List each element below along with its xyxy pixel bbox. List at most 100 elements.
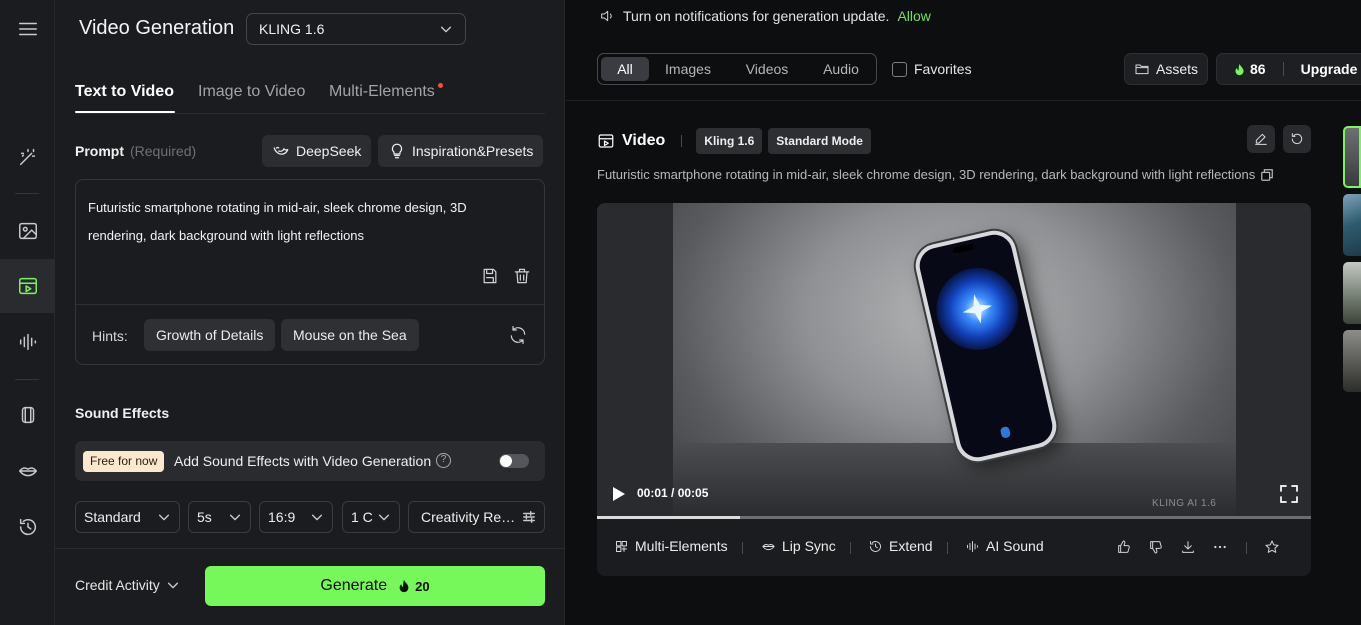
thumbs-down-icon[interactable] [1148, 539, 1164, 555]
lip-sync-button[interactable]: Lip Sync [761, 538, 836, 554]
sliders-icon [522, 510, 536, 524]
filter-videos[interactable]: Videos [734, 57, 800, 81]
history-icon[interactable] [0, 500, 55, 554]
history-thumbnail[interactable] [1343, 330, 1361, 392]
star-outline-icon[interactable] [1264, 539, 1280, 555]
assets-button[interactable]: Assets [1124, 53, 1208, 85]
ai-sound-button[interactable]: AI Sound [965, 538, 1044, 554]
box-3d-icon[interactable] [0, 388, 55, 442]
generate-label: Generate [320, 577, 388, 594]
credit-activity-dropdown[interactable]: Credit Activity [75, 577, 180, 593]
phone-icon-dot [999, 425, 1012, 439]
hints-label: Hints: [92, 328, 128, 344]
aspect-ratio-select[interactable]: 16:9 [259, 501, 333, 533]
video-player: 00:01 / 00:05 KLING AI 1.6 Multi-Element… [597, 203, 1311, 576]
save-icon[interactable] [480, 266, 500, 286]
media-filter: All Images Videos Audio [597, 53, 877, 85]
filter-all[interactable]: All [601, 57, 649, 81]
separator [1246, 542, 1247, 554]
playback-time: 00:01 / 00:05 [637, 486, 709, 500]
regenerate-button[interactable] [1283, 125, 1311, 153]
rail-divider [15, 193, 39, 194]
mode-select-value: Standard [84, 509, 141, 525]
filter-images[interactable]: Images [655, 57, 721, 81]
sound-effects-label: Add Sound Effects with Video Generation [174, 453, 432, 469]
speaker-icon [601, 10, 612, 22]
model-select-value: KLING 1.6 [259, 21, 325, 37]
video-canvas[interactable]: 00:01 / 00:05 KLING AI 1.6 [597, 203, 1311, 516]
duration-select[interactable]: 5s [188, 501, 251, 533]
audio-wave-icon[interactable] [0, 315, 55, 369]
flame-icon [1235, 63, 1244, 75]
video-icon[interactable] [0, 259, 55, 313]
tab-image-to-video[interactable]: Image to Video [198, 83, 305, 101]
history-thumbnail[interactable] [1343, 126, 1361, 188]
chevron-down-icon [228, 510, 242, 524]
notification-bar: Turn on notifications for generation upd… [599, 8, 931, 24]
trash-icon[interactable] [512, 266, 532, 286]
duration-select-value: 5s [197, 509, 212, 525]
hints-divider [76, 304, 544, 305]
chevron-down-icon [439, 22, 453, 36]
menu-icon[interactable] [0, 2, 55, 56]
separator [681, 135, 683, 147]
magic-wand-icon[interactable] [0, 130, 55, 184]
allow-notifications-link[interactable]: Allow [897, 8, 930, 24]
inspiration-label: Inspiration&Presets [412, 143, 534, 159]
video-icon [598, 134, 614, 148]
model-tag: Kling 1.6 [696, 128, 763, 154]
download-icon[interactable] [1180, 539, 1196, 555]
history-thumbnail[interactable] [1343, 194, 1361, 256]
filter-audio[interactable]: Audio [808, 57, 874, 81]
lightbulb-icon [391, 143, 403, 159]
history-thumbnail[interactable] [1343, 262, 1361, 324]
extend-label: Extend [889, 538, 933, 554]
chevron-down-icon [377, 510, 391, 524]
refresh-icon[interactable] [508, 325, 528, 345]
audio-wave-icon [967, 540, 978, 552]
fullscreen-icon[interactable] [1280, 485, 1298, 503]
creativity-select[interactable]: Creativity Re… [408, 501, 545, 533]
tabs-divider [75, 113, 545, 114]
checkbox[interactable] [892, 61, 907, 77]
edit-button[interactable] [1247, 125, 1275, 153]
model-select[interactable]: KLING 1.6 [246, 13, 466, 45]
results-area: Turn on notifications for generation upd… [566, 0, 1361, 625]
favorites-checkbox[interactable]: Favorites [892, 61, 972, 77]
upgrade-button[interactable]: Upgrade [1301, 61, 1358, 77]
tab-multi-elements[interactable]: Multi-Elements [329, 83, 435, 101]
generate-button[interactable]: Generate 20 [205, 566, 545, 606]
copy-icon[interactable] [1260, 168, 1274, 182]
hint-chip[interactable]: Growth of Details [144, 319, 276, 351]
deepseek-button[interactable]: DeepSeek [262, 135, 372, 167]
credits-upgrade-group[interactable]: 86 Upgrade [1216, 53, 1361, 85]
prompt-textarea[interactable]: Futuristic smartphone rotating in mid-ai… [88, 194, 508, 250]
extend-button[interactable]: Extend [868, 538, 933, 554]
play-icon[interactable] [613, 487, 625, 501]
elements-icon [616, 540, 627, 552]
sound-effects-toggle[interactable] [499, 454, 529, 468]
folder-icon [1135, 64, 1149, 75]
page-title: Video Generation [79, 17, 235, 39]
video-frame [673, 203, 1236, 516]
thumbs-up-icon[interactable] [1116, 539, 1132, 555]
phone-notch [952, 243, 975, 254]
more-icon[interactable] [1212, 539, 1228, 555]
help-icon[interactable]: ? [436, 453, 451, 468]
count-select[interactable]: 1 C [342, 501, 400, 533]
video-title: Video [622, 132, 666, 149]
chevron-down-icon [166, 578, 180, 592]
smartphone-image [911, 226, 1061, 466]
chevron-down-icon [157, 510, 171, 524]
deepseek-label: DeepSeek [296, 143, 362, 159]
assets-label: Assets [1155, 61, 1198, 77]
tab-text-to-video[interactable]: Text to Video [75, 83, 174, 101]
mode-select[interactable]: Standard [75, 501, 180, 533]
inspiration-presets-button[interactable]: Inspiration&Presets [378, 135, 544, 167]
creativity-value: Creativity Re… [421, 509, 516, 525]
flame-icon [399, 579, 409, 593]
multi-elements-button[interactable]: Multi-Elements [614, 538, 728, 554]
lips-icon[interactable] [0, 444, 55, 498]
hint-chip[interactable]: Mouse on the Sea [281, 319, 419, 351]
image-icon[interactable] [0, 204, 55, 258]
